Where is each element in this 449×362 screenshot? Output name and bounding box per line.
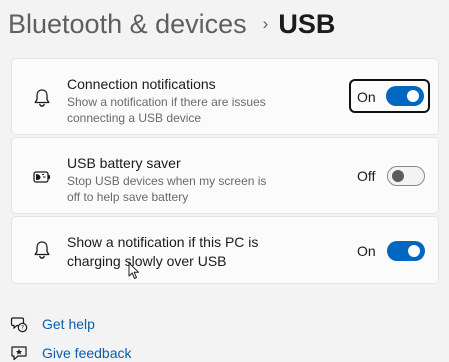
usb-battery-saver-toggle[interactable] xyxy=(387,166,425,186)
setting-title: Connection notifications xyxy=(67,76,216,92)
setting-description: Show a notification if there are issues xyxy=(67,95,266,109)
battery-saver-icon xyxy=(33,171,50,183)
toggle-knob xyxy=(392,170,404,182)
breadcrumb-parent[interactable]: Bluetooth & devices xyxy=(8,9,247,40)
give-feedback-link[interactable]: Give feedback xyxy=(10,344,132,362)
setting-charging-slowly-notification: Show a notification if this PC is chargi… xyxy=(11,216,439,284)
connection-notifications-toggle[interactable] xyxy=(386,86,424,106)
mouse-cursor-icon xyxy=(128,262,139,279)
page-title: USB xyxy=(278,8,336,39)
setting-title: USB battery saver xyxy=(67,155,181,171)
toggle-knob xyxy=(408,245,420,257)
breadcrumb-separator-icon: › xyxy=(262,14,269,33)
setting-description: Stop USB devices when my screen is xyxy=(67,174,267,188)
toggle-state-label: On xyxy=(357,243,376,259)
get-help-link[interactable]: ? Get help xyxy=(10,315,95,333)
help-icon: ? xyxy=(10,317,28,333)
setting-description: connecting a USB device xyxy=(67,111,202,125)
setting-usb-battery-saver: USB battery saver Stop USB devices when … xyxy=(11,137,439,214)
breadcrumb: Bluetooth & devices › USB xyxy=(8,6,335,42)
bell-icon xyxy=(34,241,50,259)
link-label: Give feedback xyxy=(42,345,132,361)
charging-slowly-toggle[interactable] xyxy=(387,241,425,261)
bell-icon xyxy=(34,89,50,107)
toggle-knob xyxy=(407,90,419,102)
link-label: Get help xyxy=(42,316,95,332)
feedback-icon xyxy=(11,346,27,361)
setting-title: charging slowly over USB xyxy=(67,253,227,269)
toggle-state-label: On xyxy=(357,89,376,105)
svg-text:?: ? xyxy=(21,325,24,332)
setting-description: off to help save battery xyxy=(67,190,189,204)
setting-title: Show a notification if this PC is xyxy=(67,234,259,250)
toggle-state-label: Off xyxy=(357,168,376,184)
